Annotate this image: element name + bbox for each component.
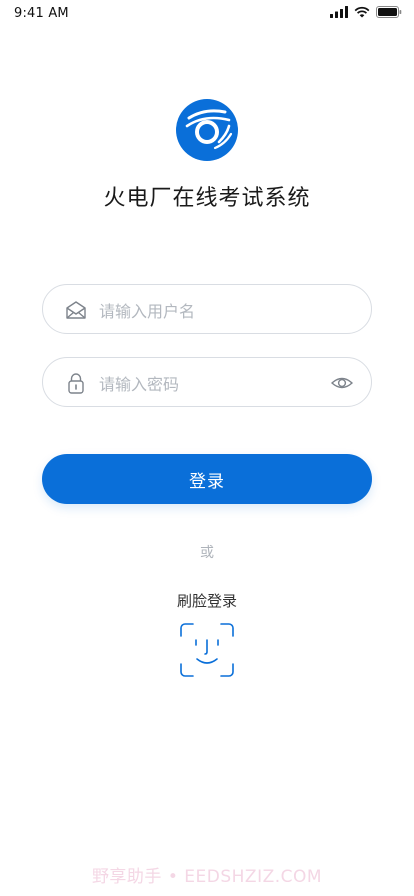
battery-icon [376, 6, 402, 18]
app-logo-icon [176, 99, 238, 161]
or-divider-text: 或 [200, 545, 214, 561]
wifi-icon [354, 6, 370, 18]
eye-icon[interactable] [331, 373, 353, 393]
password-field[interactable] [42, 357, 372, 407]
mail-icon [66, 301, 86, 319]
watermark-text: 野享助手 • EEDSHZIZ.COM [91, 867, 323, 887]
app-title: 火电厂在线考试系统 [103, 186, 311, 211]
status-bar: 9:41 AM [0, 0, 414, 28]
username-input[interactable] [97, 295, 321, 327]
lock-icon [68, 373, 84, 394]
username-field[interactable] [42, 284, 372, 334]
face-id-icon[interactable] [179, 622, 235, 678]
password-input[interactable] [97, 368, 321, 400]
face-login-label[interactable]: 刷脸登录 [0, 590, 414, 611]
login-screen: 9:41 AM 火电厂在线考试系统 请输入用户名 登录 或 刷脸登录 野享助手 … [0, 0, 414, 896]
status-time: 9:41 AM [14, 6, 69, 21]
login-button[interactable]: 登录 [42, 454, 372, 504]
signal-icon [330, 6, 348, 18]
status-icons [330, 6, 402, 18]
